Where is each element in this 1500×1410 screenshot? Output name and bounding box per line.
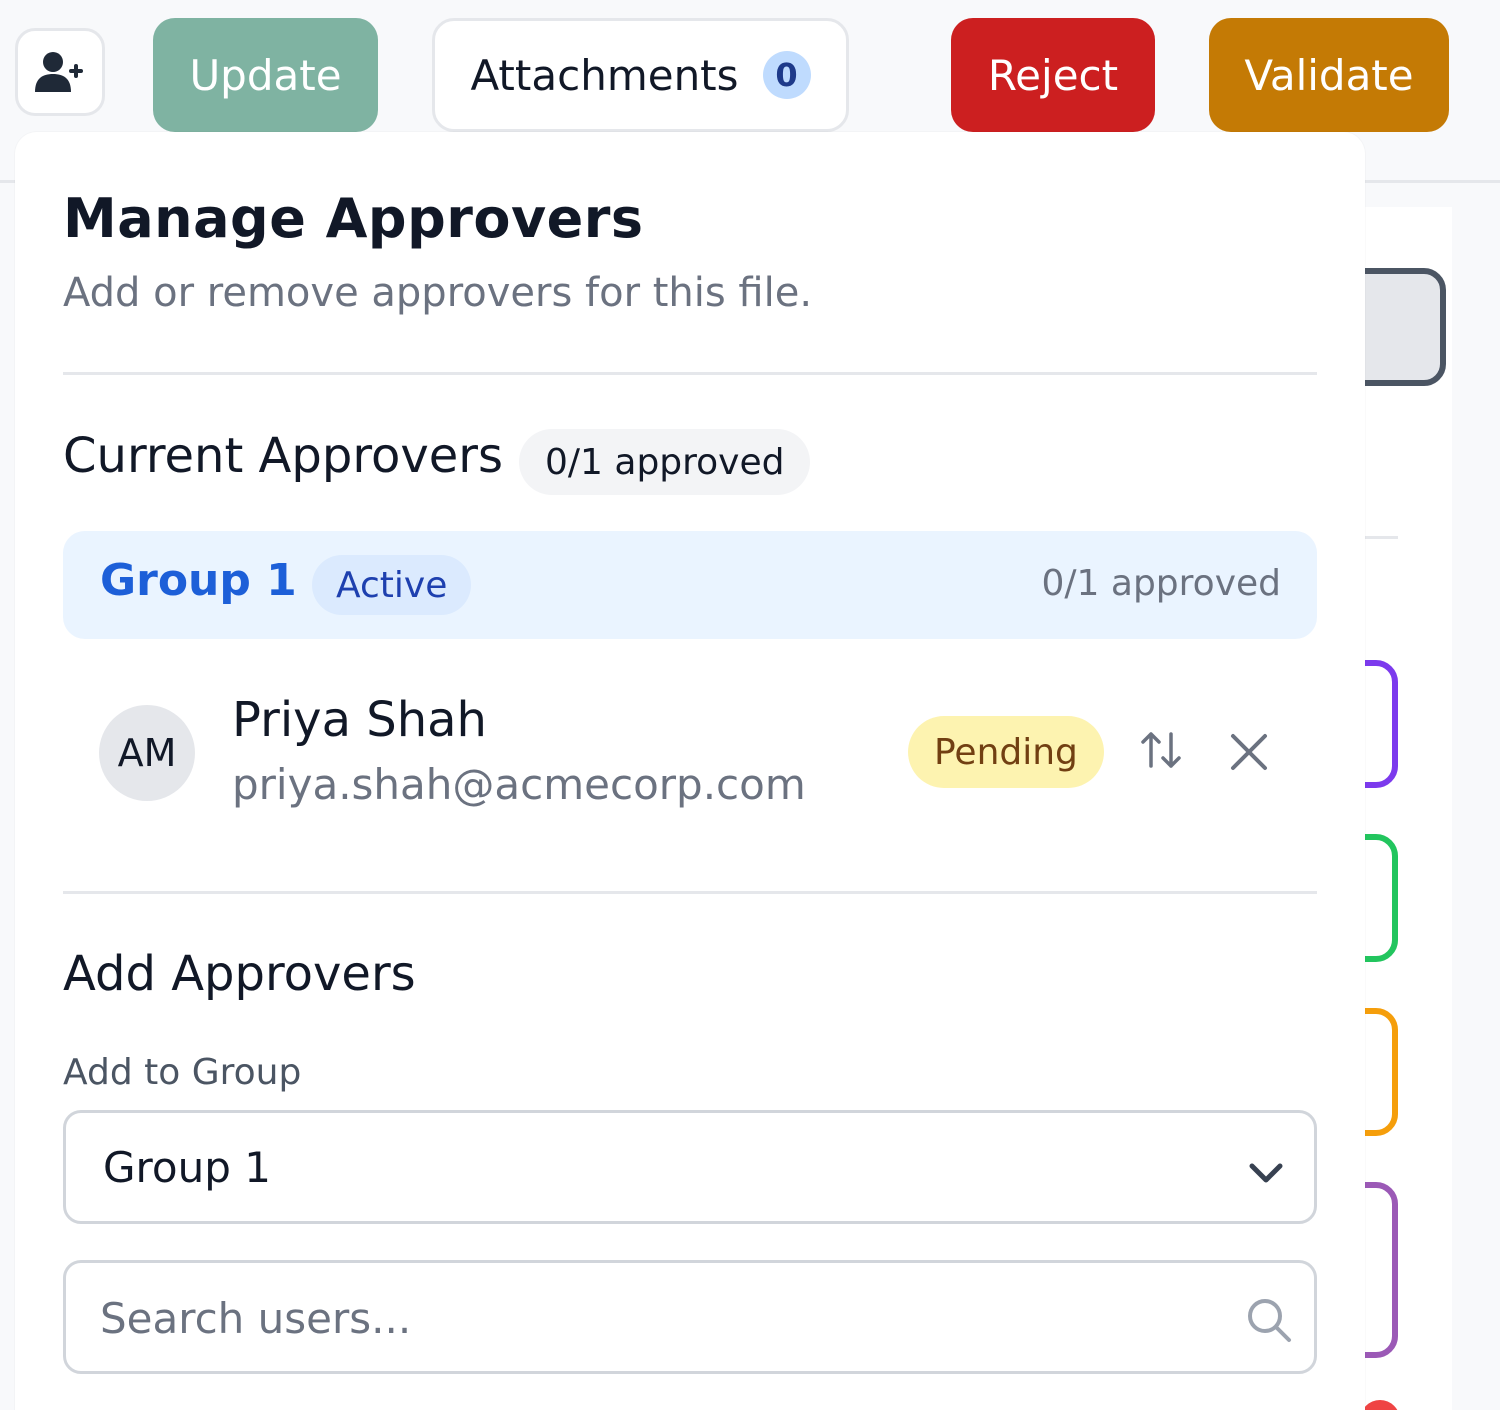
user-plus-icon <box>35 52 83 92</box>
approver-email: priya.shah@acmecorp.com <box>232 760 806 809</box>
group-status-badge: Active <box>312 555 472 615</box>
manage-approvers-panel: Manage Approvers Add or remove approvers… <box>15 132 1365 1410</box>
approver-row: AM Priya Shah priya.shah@acmecorp.com Pe… <box>63 680 1317 840</box>
close-icon[interactable] <box>1229 732 1269 772</box>
page: Update Attachments 0 Reject Validate Man… <box>0 0 1500 1410</box>
approver-name: Priya Shah <box>232 692 487 748</box>
reject-button[interactable]: Reject <box>951 18 1155 132</box>
panel-divider-top <box>63 372 1317 375</box>
group-name: Group 1 <box>100 555 297 606</box>
swap-icon[interactable] <box>1139 728 1183 772</box>
attachments-button[interactable]: Attachments 0 <box>432 18 849 132</box>
search-icon <box>1248 1299 1291 1342</box>
add-approver-button[interactable] <box>15 28 105 116</box>
panel-divider-middle <box>63 891 1317 894</box>
validate-button[interactable]: Validate <box>1209 18 1449 132</box>
current-approvers-title: Current Approvers <box>63 428 504 484</box>
panel-subtitle: Add or remove approvers for this file. <box>63 270 813 316</box>
approver-status-badge: Pending <box>908 716 1104 788</box>
add-approvers-title: Add Approvers <box>63 946 416 1002</box>
panel-title: Manage Approvers <box>63 187 644 250</box>
search-users-input[interactable] <box>100 1283 1200 1353</box>
group-header[interactable]: Group 1 Active 0/1 approved <box>63 531 1317 639</box>
add-to-group-label: Add to Group <box>63 1052 302 1093</box>
approved-summary-badge: 0/1 approved <box>519 429 811 495</box>
search-users-field[interactable] <box>63 1260 1317 1374</box>
group-select[interactable]: Group 1 <box>63 1110 1317 1224</box>
attachments-count-badge: 0 <box>762 51 811 99</box>
group-select-value: Group 1 <box>103 1143 271 1192</box>
chevron-down-icon <box>1249 1163 1283 1183</box>
update-button[interactable]: Update <box>153 18 378 132</box>
attachments-label: Attachments <box>470 50 739 100</box>
avatar: AM <box>99 705 195 801</box>
group-progress: 0/1 approved <box>1041 563 1281 604</box>
